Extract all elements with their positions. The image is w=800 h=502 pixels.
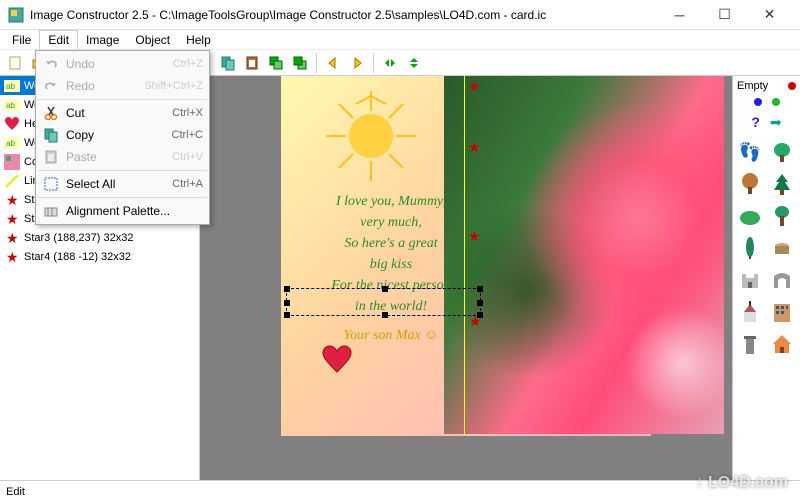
collage-icon: [4, 154, 20, 170]
star-icon: ★: [4, 249, 20, 265]
next-button[interactable]: [346, 52, 368, 74]
svg-text:★: ★: [6, 230, 19, 246]
asset-cypress-icon[interactable]: [737, 235, 763, 261]
asset-arch-icon[interactable]: [769, 267, 795, 293]
menu-bar: File Edit Image Object Help: [0, 30, 800, 50]
edit-dropdown: UndoCtrl+ZRedoShift+Ctrl+Z CutCtrl+XCopyC…: [35, 50, 210, 225]
watermark: ↓ LO4D.com: [696, 474, 788, 492]
asset-oak-icon[interactable]: [737, 171, 763, 197]
help-icon[interactable]: ?: [751, 114, 760, 131]
copy-tool-button[interactable]: [217, 52, 239, 74]
assets-title: Empty: [737, 80, 768, 92]
send-back-button[interactable]: [289, 52, 311, 74]
star-object[interactable]: ★: [468, 228, 481, 245]
card-canvas[interactable]: I love you, Mummy, very much, So here's …: [281, 76, 651, 436]
svg-text:ab: ab: [6, 139, 15, 148]
svg-text:★: ★: [6, 211, 19, 227]
prev-button[interactable]: [322, 52, 344, 74]
text-signoff: Your son Max ☺: [291, 325, 491, 346]
assets-panel: Empty ? ➡ 👣: [732, 76, 800, 480]
menu-item-paste: PasteCtrl+V: [38, 146, 207, 168]
text-line-2: very much,: [291, 212, 491, 233]
selection-box[interactable]: [286, 288, 481, 316]
flip-h-button[interactable]: [379, 52, 401, 74]
title-bar: Image Constructor 2.5 - C:\ImageToolsGro…: [0, 0, 800, 30]
copy-icon: [42, 126, 60, 144]
menu-edit[interactable]: Edit: [39, 30, 78, 49]
menu-file[interactable]: File: [4, 31, 39, 49]
svg-text:★: ★: [6, 192, 19, 208]
svg-text:ab: ab: [6, 101, 15, 110]
star-icon: ★: [4, 230, 20, 246]
object-row[interactable]: ★Star4 (188 -12) 32x32: [0, 247, 199, 266]
minimize-button[interactable]: ─: [657, 0, 702, 30]
text-line-3: So here's a great: [291, 233, 491, 254]
asset-pine-icon[interactable]: [769, 171, 795, 197]
asset-church-icon[interactable]: [737, 299, 763, 325]
asset-bush-icon[interactable]: [737, 203, 763, 229]
menu-item-alignment-palette-[interactable]: Alignment Palette...: [38, 200, 207, 222]
text-line-1: I love you, Mummy,: [291, 191, 491, 212]
greeting-text[interactable]: I love you, Mummy, very much, So here's …: [291, 191, 491, 346]
menu-item-copy[interactable]: CopyCtrl+C: [38, 124, 207, 146]
asset-tower-icon[interactable]: [737, 331, 763, 357]
arrow-right-icon[interactable]: ➡: [770, 114, 782, 131]
select-all-icon: [42, 175, 60, 193]
line-icon: [4, 173, 20, 189]
close-button[interactable]: ✕: [747, 0, 792, 30]
status-bar: Edit: [0, 480, 800, 502]
svg-text:ab: ab: [6, 82, 15, 91]
app-icon: [8, 7, 24, 23]
object-row[interactable]: ★Star3 (188,237) 32x32: [0, 228, 199, 247]
menu-object[interactable]: Object: [127, 31, 178, 49]
text-icon: ab: [4, 97, 20, 113]
undo-icon: [42, 55, 60, 73]
status-led-icon: [788, 82, 796, 90]
asset-elm-icon[interactable]: [769, 203, 795, 229]
canvas-area[interactable]: I love you, Mummy, very much, So here's …: [200, 76, 732, 480]
heart-object[interactable]: [321, 344, 353, 376]
redo-icon: [42, 77, 60, 95]
star-object[interactable]: ★: [468, 139, 481, 156]
menu-item-select-all[interactable]: Select AllCtrl+A: [38, 173, 207, 195]
menu-item-cut[interactable]: CutCtrl+X: [38, 102, 207, 124]
text-line-4: big kiss: [291, 254, 491, 275]
heart-icon: [4, 116, 20, 132]
svg-text:★: ★: [6, 249, 19, 265]
menu-item-redo: RedoShift+Ctrl+Z: [38, 75, 207, 97]
paste-icon: [42, 148, 60, 166]
asset-castle-icon[interactable]: [737, 267, 763, 293]
menu-item-undo: UndoCtrl+Z: [38, 53, 207, 75]
window-title: Image Constructor 2.5 - C:\ImageToolsGro…: [30, 8, 657, 22]
palette-icon: [42, 202, 60, 220]
bring-front-button[interactable]: [265, 52, 287, 74]
flip-v-button[interactable]: [403, 52, 425, 74]
text-icon: ab: [4, 78, 20, 94]
star-icon: ★: [4, 211, 20, 227]
asset-stump-icon[interactable]: [769, 235, 795, 261]
asset-building-icon[interactable]: [769, 299, 795, 325]
new-button[interactable]: [4, 52, 26, 74]
paste-tool-button[interactable]: [241, 52, 263, 74]
maximize-button[interactable]: ☐: [702, 0, 747, 30]
status-text: Edit: [6, 486, 25, 498]
asset-house-icon[interactable]: [769, 331, 795, 357]
star-icon: ★: [4, 192, 20, 208]
menu-image[interactable]: Image: [78, 31, 127, 49]
green-dot-icon[interactable]: [772, 98, 780, 106]
star-object[interactable]: ★: [468, 78, 481, 95]
blue-dot-icon[interactable]: [754, 98, 762, 106]
cut-icon: [42, 104, 60, 122]
asset-tree-icon[interactable]: [769, 139, 795, 165]
sun-object[interactable]: [321, 86, 421, 186]
asset-footprints-icon[interactable]: 👣: [737, 139, 763, 165]
menu-help[interactable]: Help: [178, 31, 219, 49]
text-icon: ab: [4, 135, 20, 151]
